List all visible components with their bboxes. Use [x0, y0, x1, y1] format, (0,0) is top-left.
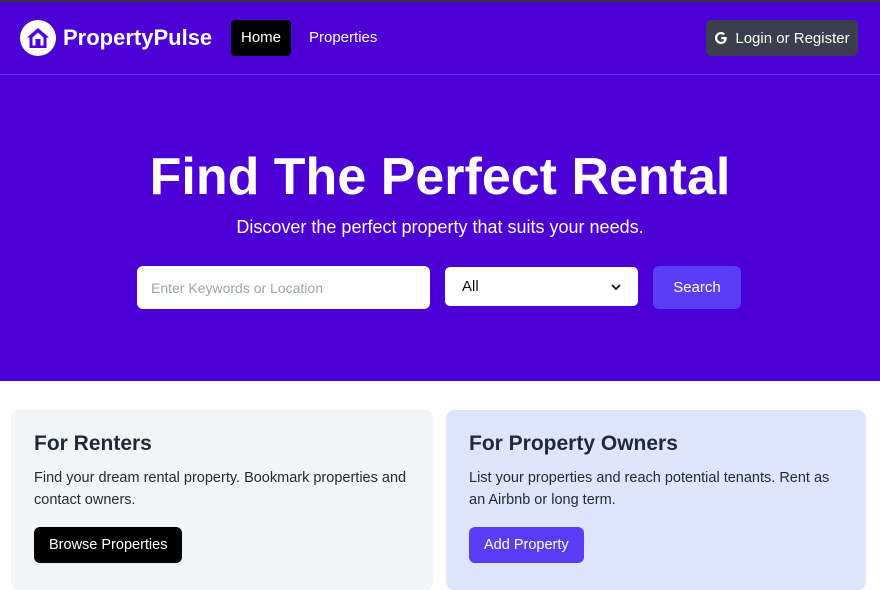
google-icon [714, 31, 728, 45]
info-cards: For Renters Find your dream rental prope… [0, 381, 880, 590]
nav-link-home[interactable]: Home [231, 20, 292, 56]
property-type-value: All [462, 278, 479, 295]
nav-link-properties[interactable]: Properties [299, 20, 387, 56]
chevron-down-icon [611, 278, 621, 295]
brand-name: PropertyPulse [63, 25, 213, 50]
search-input[interactable] [137, 266, 430, 309]
brand-logo[interactable]: PropertyPulse [20, 20, 212, 56]
house-icon [20, 20, 56, 56]
add-property-button[interactable]: Add Property [469, 527, 584, 563]
property-type-select[interactable]: All [445, 267, 638, 306]
owners-card-title: For Property Owners [469, 432, 678, 455]
owners-card: For Property Owners List your properties… [446, 410, 866, 590]
owners-card-text: List your properties and reach potential… [469, 470, 830, 508]
login-register-label: Login or Register [735, 29, 850, 47]
login-register-button[interactable]: Login or Register [706, 20, 858, 56]
search-button[interactable]: Search [653, 266, 741, 309]
navbar: PropertyPulse Home Properties Login or R… [0, 2, 880, 75]
hero-section: Find The Perfect Rental Discover the per… [0, 75, 880, 381]
hero-subtitle: Discover the perfect property that suits… [236, 217, 644, 237]
renters-card: For Renters Find your dream rental prope… [11, 410, 433, 590]
renters-card-title: For Renters [34, 432, 152, 455]
browse-properties-button[interactable]: Browse Properties [34, 527, 183, 563]
renters-card-text: Find your dream rental property. Bookmar… [34, 470, 407, 508]
hero-title: Find The Perfect Rental [149, 148, 731, 206]
